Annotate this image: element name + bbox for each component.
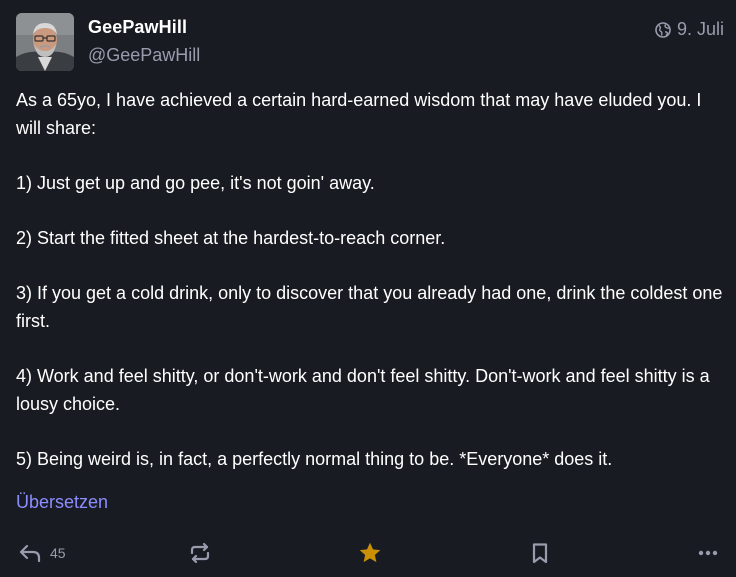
reply-icon <box>18 541 42 565</box>
post-content: As a 65yo, I have achieved a certain har… <box>16 86 724 500</box>
bookmark-icon <box>528 541 552 565</box>
post: GeePawHill @GeePawHill 9. Juli As a 65yo… <box>0 0 736 577</box>
post-paragraph: 4) Work and feel shitty, or don't-work a… <box>16 366 710 414</box>
post-paragraph: As a 65yo, I have achieved a certain har… <box>16 90 702 138</box>
author-display-name[interactable]: GeePawHill <box>88 17 187 38</box>
more-button[interactable] <box>696 536 720 570</box>
avatar[interactable] <box>16 13 74 71</box>
boost-icon <box>188 541 212 565</box>
avatar-image <box>16 13 74 71</box>
reply-button[interactable]: 45 <box>18 536 66 570</box>
favourite-button[interactable] <box>357 536 383 570</box>
post-date[interactable]: 9. Juli <box>677 19 724 40</box>
translate-button[interactable]: Übersetzen <box>16 492 108 513</box>
post-paragraph: 3) If you get a cold drink, only to disc… <box>16 283 723 331</box>
post-meta: 9. Juli <box>655 19 724 40</box>
post-paragraph: 5) Being weird is, in fact, a perfectly … <box>16 449 613 469</box>
reply-count: 45 <box>50 545 66 561</box>
post-paragraph: 2) Start the fitted sheet at the hardest… <box>16 228 446 248</box>
bookmark-button[interactable] <box>528 536 552 570</box>
boost-button[interactable] <box>188 536 212 570</box>
star-icon <box>357 540 383 566</box>
action-bar: 45 <box>0 536 736 570</box>
post-paragraph: 1) Just get up and go pee, it's not goin… <box>16 173 375 193</box>
globe-icon <box>655 21 671 38</box>
more-icon <box>696 541 720 565</box>
author-handle[interactable]: @GeePawHill <box>88 45 200 66</box>
